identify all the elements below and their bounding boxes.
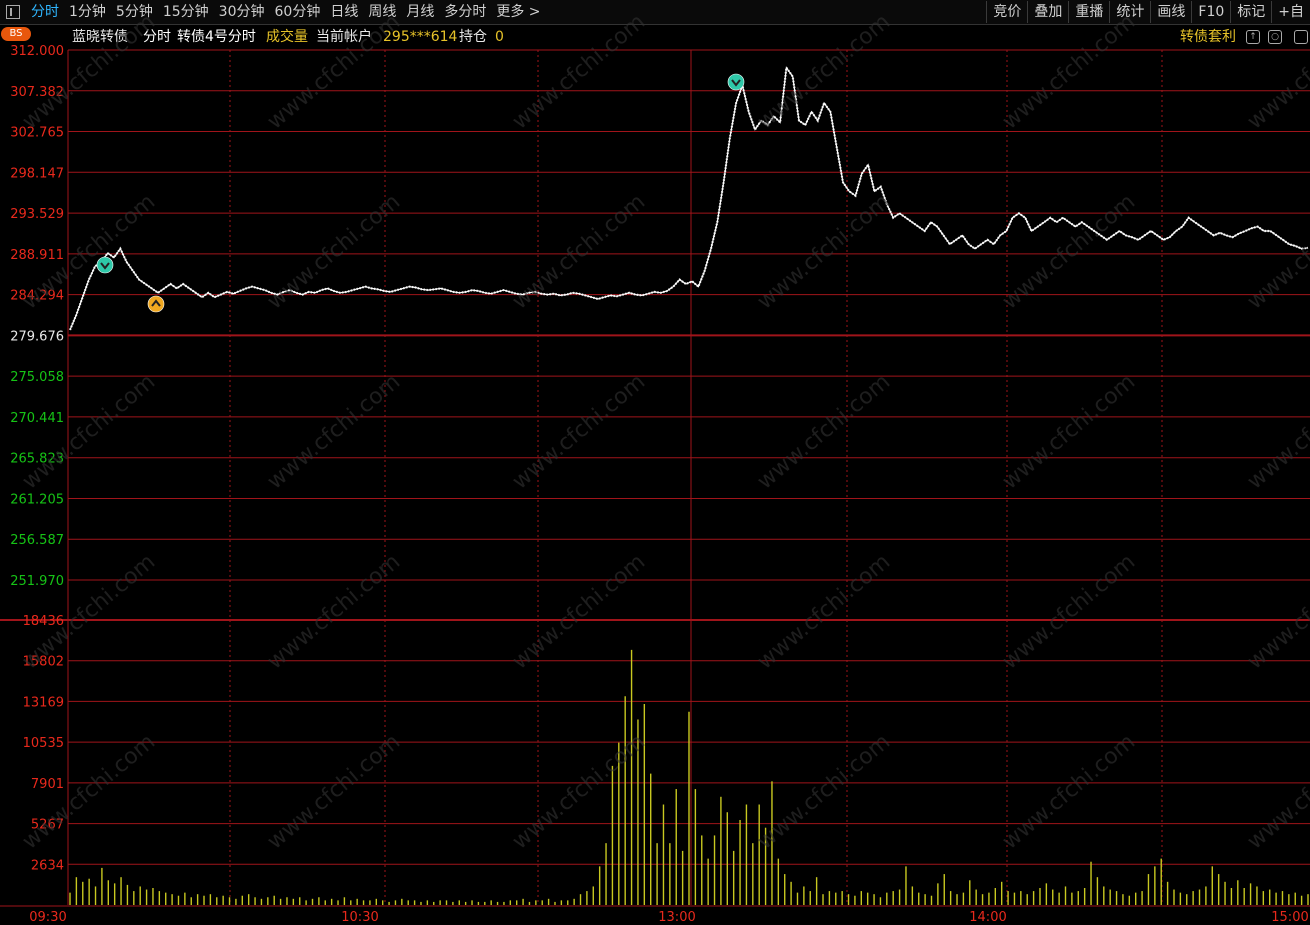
watermark-text: www.cfchi.com xyxy=(263,549,405,674)
chart-grid xyxy=(0,49,1310,907)
x-axis-labels: 09:30 10:30 13:00 14:00 15:00 xyxy=(29,910,1308,925)
watermark-text: www.cfchi.com xyxy=(998,729,1140,854)
watermark-text: www.cfchi.com xyxy=(753,729,895,854)
price-tick-label: 288.911 xyxy=(10,248,64,263)
volume-bars xyxy=(69,649,1309,905)
volume-tick-label: 7901 xyxy=(31,777,64,792)
watermark-text: www.cfchi.com xyxy=(508,549,650,674)
time-tick-label: 10:30 xyxy=(341,910,378,925)
watermark-text: www.cfchi.com xyxy=(998,369,1140,494)
watermark-text: www.cfchi.com xyxy=(18,9,160,134)
watermark-text: www.cfchi.com xyxy=(1243,549,1310,674)
volume-tick-label: 2634 xyxy=(31,858,64,873)
volume-tick-label: 13169 xyxy=(23,695,64,710)
watermark-text: www.cfchi.com xyxy=(263,189,405,314)
watermark: www.cfchi.com www.cfchi.com www.cfchi.com w… xyxy=(18,9,1310,854)
volume-tick-label: 10535 xyxy=(23,736,64,751)
watermark-text: www.cfchi.com xyxy=(508,369,650,494)
price-tick-label: 275.058 xyxy=(10,370,64,385)
watermark-text: www.cfchi.com xyxy=(1243,729,1310,854)
watermark-text: www.cfchi.com xyxy=(18,369,160,494)
price-tick-label: 251.970 xyxy=(10,574,64,589)
watermark-text: www.cfchi.com xyxy=(18,549,160,674)
watermark-text: www.cfchi.com xyxy=(263,9,405,134)
watermark-text: www.cfchi.com xyxy=(998,189,1140,314)
watermark-text: www.cfchi.com xyxy=(753,549,895,674)
watermark-text: www.cfchi.com xyxy=(263,729,405,854)
time-tick-label: 15:00 xyxy=(1271,910,1308,925)
watermark-text: www.cfchi.com xyxy=(753,189,895,314)
watermark-text: www.cfchi.com xyxy=(1243,189,1310,314)
price-tick-label: 270.441 xyxy=(10,411,64,426)
buy-marker-icon xyxy=(147,295,165,313)
price-tick-label: 298.147 xyxy=(10,166,64,181)
watermark-text: www.cfchi.com xyxy=(998,9,1140,134)
sell-marker-icon xyxy=(727,73,745,91)
price-tick-label: 256.587 xyxy=(10,533,64,548)
time-tick-label: 13:00 xyxy=(658,910,695,925)
watermark-text: www.cfchi.com xyxy=(508,729,650,854)
price-tick-label: 312.000 xyxy=(10,44,64,59)
watermark-text: www.cfchi.com xyxy=(508,9,650,134)
time-tick-label: 09:30 xyxy=(29,910,66,925)
price-tick-label: 293.529 xyxy=(10,207,64,222)
watermark-text: www.cfchi.com xyxy=(998,549,1140,674)
price-tick-label: 261.205 xyxy=(10,492,64,507)
watermark-text: www.cfchi.com xyxy=(753,369,895,494)
trade-markers xyxy=(96,73,745,313)
watermark-text: www.cfchi.com xyxy=(753,9,895,134)
watermark-text: www.cfchi.com xyxy=(263,369,405,494)
intraday-chart: 312.000307.382302.765298.147293.529288.9… xyxy=(0,9,1310,925)
price-tick-label: 279.676 xyxy=(10,329,64,344)
watermark-text: www.cfchi.com xyxy=(1243,9,1310,134)
time-tick-label: 14:00 xyxy=(969,910,1006,925)
watermark-text: www.cfchi.com xyxy=(1243,369,1310,494)
watermark-text: www.cfchi.com xyxy=(508,189,650,314)
